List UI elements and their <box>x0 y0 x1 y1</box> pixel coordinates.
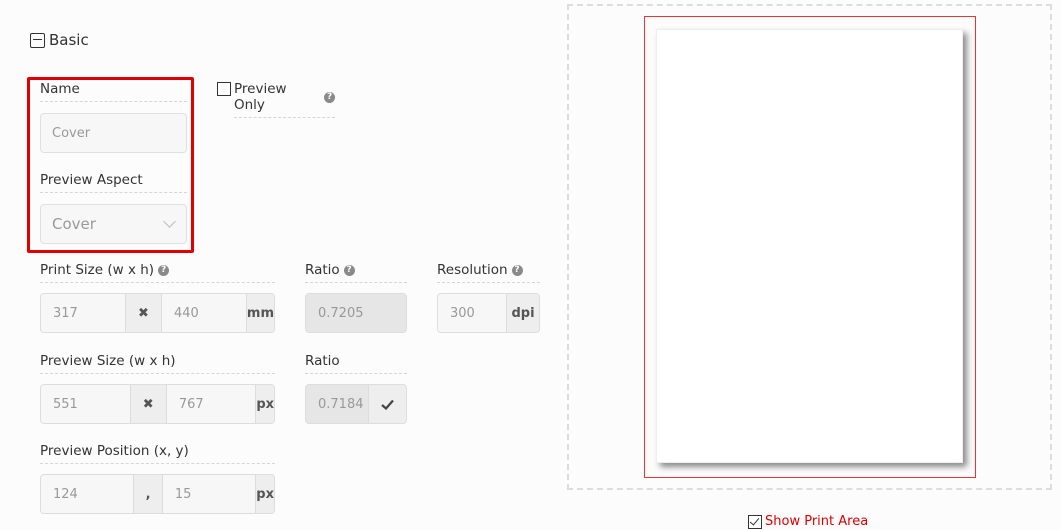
print-size-label: Print Size (w x h) ? <box>40 262 275 283</box>
resolution-group: 300 dpi <box>437 293 540 333</box>
preview-page[interactable] <box>656 29 963 463</box>
check-icon[interactable] <box>368 385 406 423</box>
preview-size-label: Preview Size (w x h) <box>40 353 275 374</box>
preview-size-unit: px <box>255 385 274 423</box>
section-header-basic[interactable]: Basic <box>30 31 89 49</box>
print-height-value: 440 <box>173 305 199 321</box>
print-size-group: 317 ✖ 440 mm <box>40 293 275 333</box>
preview-only-label: Preview Only ? <box>234 81 335 118</box>
show-print-area-label: Show Print Area <box>765 514 869 529</box>
print-ratio-value: 0.7205 <box>318 305 364 321</box>
print-ratio-label: Ratio ? <box>305 262 407 283</box>
show-print-area-control[interactable]: Show Print Area <box>748 514 868 529</box>
print-ratio-group: 0.7205 <box>305 293 407 333</box>
help-icon[interactable]: ? <box>511 264 523 276</box>
print-size-unit: mm <box>245 294 274 332</box>
collapse-icon[interactable] <box>30 32 45 48</box>
preview-aspect-label: Preview Aspect <box>40 172 187 193</box>
preview-height-input[interactable]: 767 <box>166 385 256 423</box>
resolution-input[interactable]: 300 <box>438 294 506 332</box>
name-input-value: Cover <box>52 125 91 141</box>
preview-size-label-text: Preview Size (w x h) <box>40 353 176 369</box>
preview-only-control[interactable]: Preview Only ? <box>217 81 335 118</box>
preview-x-value: 124 <box>53 486 78 502</box>
preview-ratio-group: 0.7184 <box>305 384 407 424</box>
print-size-label-text: Print Size (w x h) <box>40 262 155 278</box>
times-icon: ✖ <box>124 294 162 332</box>
preview-y-value: 15 <box>174 486 192 502</box>
preview-aspect-select[interactable]: Cover <box>40 204 187 244</box>
print-width-input[interactable]: 317 <box>41 294 125 332</box>
name-label: Name <box>40 81 187 102</box>
section-title: Basic <box>49 31 89 49</box>
preview-ratio-label: Ratio <box>305 353 407 374</box>
preview-y-input[interactable]: 15 <box>162 475 256 513</box>
preview-aspect-label-text: Preview Aspect <box>40 172 143 188</box>
preview-only-label-text: Preview Only <box>234 81 287 113</box>
preview-position-label-text: Preview Position (x, y) <box>40 443 189 459</box>
preview-only-checkbox[interactable] <box>217 82 231 96</box>
preview-ratio-label-text: Ratio <box>305 353 340 369</box>
print-ratio-field: 0.7205 <box>306 294 406 332</box>
resolution-value: 300 <box>450 305 475 321</box>
comma-separator: , <box>133 475 163 513</box>
preview-width-input[interactable]: 551 <box>41 385 130 423</box>
preview-x-input[interactable]: 124 <box>41 475 134 513</box>
preview-position-group: 124 , 15 px <box>40 474 275 514</box>
preview-ratio-value: 0.7184 <box>318 396 364 412</box>
chevron-down-icon <box>163 215 176 228</box>
preview-size-group: 551 ✖ 767 px <box>40 384 275 424</box>
preview-width-value: 551 <box>53 396 78 412</box>
name-input[interactable]: Cover <box>40 113 187 153</box>
show-print-area-checkbox[interactable] <box>748 514 762 529</box>
preview-aspect-value: Cover <box>52 215 96 233</box>
times-icon: ✖ <box>129 385 167 423</box>
help-icon[interactable]: ? <box>158 264 170 276</box>
resolution-unit: dpi <box>506 294 539 332</box>
resolution-label: Resolution ? <box>437 262 540 283</box>
preview-height-value: 767 <box>178 396 204 412</box>
help-icon[interactable]: ? <box>324 91 335 103</box>
help-icon[interactable]: ? <box>343 264 355 276</box>
preview-ratio-field: 0.7184 <box>306 385 368 423</box>
resolution-label-text: Resolution <box>437 262 508 278</box>
print-height-input[interactable]: 440 <box>161 294 246 332</box>
preview-position-unit: px <box>255 475 274 513</box>
name-label-text: Name <box>40 81 80 97</box>
print-width-value: 317 <box>53 305 78 321</box>
preview-position-label: Preview Position (x, y) <box>40 443 275 464</box>
print-ratio-label-text: Ratio <box>305 262 340 278</box>
